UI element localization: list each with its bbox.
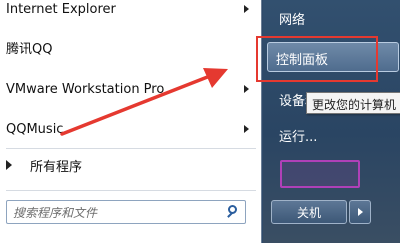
all-programs-label: 所有程序 [30,159,83,175]
program-label: VMware Workstation Pro [6,81,165,97]
search-input[interactable]: 搜索程序和文件 [6,200,246,224]
tooltip: 更改您的计算机 [306,92,400,114]
programs-panel: Internet Explorer 腾讯QQ VMware Workstatio… [0,0,262,243]
program-label: QQMusic [6,121,64,137]
annotation-highlight-box [256,36,378,82]
separator [6,148,256,149]
highlighted-item-block [280,160,360,188]
program-internet-explorer[interactable]: Internet Explorer [6,0,116,22]
chevron-right-icon [357,208,363,216]
program-qqmusic[interactable]: QQMusic [6,116,63,142]
search-placeholder: 搜索程序和文件 [13,205,98,220]
program-label: 腾讯QQ [6,41,53,57]
program-tencent-qq[interactable]: 腾讯QQ [6,34,52,60]
program-label: Internet Explorer [6,1,116,17]
submenu-arrow-icon[interactable] [244,5,249,13]
submenu-arrow-icon[interactable] [244,85,249,93]
program-vmware[interactable]: VMware Workstation Pro [6,76,166,102]
all-programs-item[interactable]: 所有程序 [6,152,82,178]
network-link[interactable]: 网络 [279,9,305,28]
search-icon[interactable] [223,201,245,223]
shutdown-button[interactable]: 关机 [271,200,347,224]
expand-arrow-icon [6,160,12,170]
run-link[interactable]: 运行... [279,126,317,145]
shutdown-options-button[interactable] [349,200,371,224]
separator [6,190,256,191]
submenu-arrow-icon[interactable] [244,125,249,133]
